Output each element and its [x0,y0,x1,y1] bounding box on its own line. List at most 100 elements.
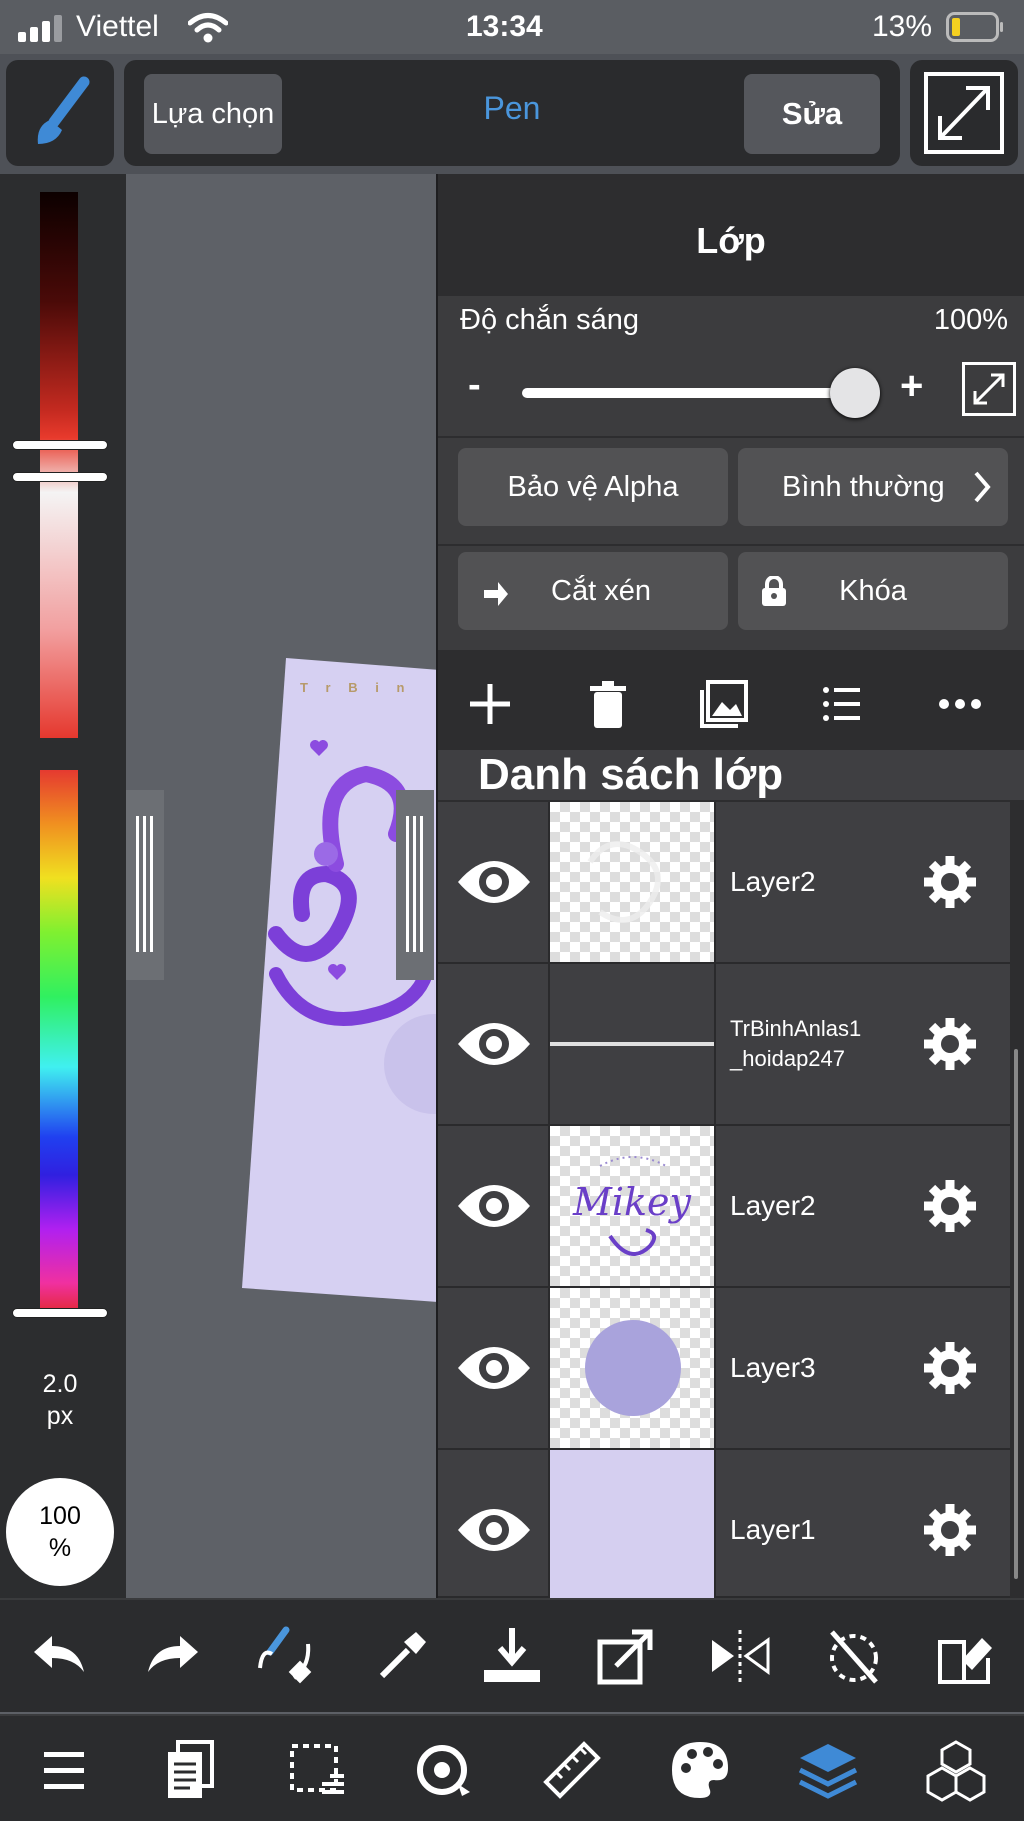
clipping-button[interactable]: Cắt xén [458,552,728,630]
layer-row[interactable]: TrBinhAnlas1 _hoidap247 [438,964,1010,1126]
redo-icon[interactable] [140,1624,204,1688]
visibility-toggle[interactable] [438,1288,550,1448]
layer-list-scrollbar[interactable] [1014,1049,1018,1579]
clock: 13:34 [466,10,543,43]
brush-size-unit: px [46,1402,74,1430]
layer-name: Layer2 [730,1190,816,1221]
layer-name: Layer3 [730,1352,816,1383]
eye-icon [458,861,530,903]
materials-icon[interactable] [924,1738,988,1802]
layer-name: TrBinhAnlas1 _hoidap247 [730,964,861,1124]
layer-opacity-thumb[interactable] [830,368,880,418]
gear-icon[interactable] [920,1014,980,1074]
color-panel: 2.0 px 100 % [0,174,126,1598]
add-layer-icon[interactable] [462,676,518,732]
carrier-name: Viettel [76,10,159,43]
opacity-decrease-button[interactable]: - [468,364,481,407]
status-bar: Viettel 13:34 13% [0,0,1024,54]
panel-resize-handle-left[interactable] [126,790,164,980]
brush-opacity-value: 100 [39,1502,81,1530]
selection-icon[interactable] [286,1738,350,1802]
layer-row[interactable]: Layer1 [438,1450,1010,1610]
image-icon[interactable] [696,676,752,732]
brush-size[interactable]: 2.0 px [0,1368,120,1432]
brush-transform-icon[interactable] [252,1624,316,1688]
expand-icon [973,373,1005,405]
blend-mode-button[interactable]: Bình thường [738,448,1008,526]
gear-icon[interactable] [920,1176,980,1236]
gear-icon[interactable] [920,852,980,912]
layer-opacity-value: 100% [933,304,1008,336]
brightness-slider[interactable] [40,192,78,738]
medibang-app: Viettel 13:34 13% Lựa chọn Pen Sửa 2.0 p… [0,0,1024,1821]
layer-opacity-slider[interactable] [522,388,854,398]
ruler-icon[interactable] [540,1738,604,1802]
layer-thumbnail [550,964,716,1124]
snap-icon[interactable] [412,1738,476,1802]
layer-name-line1: TrBinhAnlas1 [730,1016,862,1041]
pages-icon[interactable] [158,1738,222,1802]
opacity-increase-button[interactable]: + [900,364,923,409]
canvas-artwork [242,658,438,1302]
brush-tool-button[interactable] [6,60,114,166]
canvas-header-text: T r B i n [300,680,412,695]
wifi-icon [188,13,228,43]
visibility-toggle[interactable] [438,1126,550,1286]
brush-opacity-button[interactable]: 100 % [6,1478,114,1586]
edit-button[interactable]: Sửa [744,74,880,154]
eraser-icon[interactable] [934,1624,998,1688]
signal-icon [18,15,62,42]
layer-thumbnail [550,1288,716,1448]
action-toolbar [0,1598,1024,1712]
brightness-handle-bottom[interactable] [12,472,108,482]
canvas[interactable]: T r B i n [126,174,438,1598]
layer-thumbnail-text: Mikey [572,1180,692,1224]
battery-percent: 13% [872,10,933,43]
more-icon[interactable] [932,676,988,732]
layer-name: Layer1 [730,1514,816,1545]
clipping-icon [484,576,508,606]
lock-label: Khóa [839,574,907,607]
menu-icon[interactable] [32,1738,96,1802]
brush-opacity-unit: % [48,1534,72,1562]
clipping-label: Cắt xén [551,574,651,607]
hue-slider[interactable] [40,770,78,1310]
expand-icon [924,72,1004,154]
navigation-toolbar [0,1714,1024,1821]
palette-icon[interactable] [668,1738,732,1802]
export-icon[interactable] [594,1624,658,1688]
layers-icon[interactable] [796,1738,860,1802]
layer-row[interactable]: Layer2 [438,802,1010,964]
trash-icon[interactable] [580,676,636,732]
eye-icon [458,1185,530,1227]
opacity-expand-button[interactable] [962,362,1016,416]
layer-list-icon[interactable] [814,676,870,732]
layer-thumbnail [550,802,716,962]
visibility-toggle[interactable] [438,802,550,962]
eyedropper-icon[interactable] [368,1624,432,1688]
lock-button[interactable]: Khóa [738,552,1008,630]
visibility-toggle[interactable] [438,1450,550,1610]
eye-icon [458,1509,530,1551]
brightness-handle-top[interactable] [12,440,108,450]
flip-icon[interactable] [708,1624,772,1688]
gear-icon[interactable] [920,1338,980,1398]
visibility-toggle[interactable] [438,964,550,1124]
battery-icon [946,12,1003,42]
layer-row[interactable]: Layer3 [438,1288,1010,1450]
save-icon[interactable] [480,1624,544,1688]
brush-size-value: 2.0 [42,1370,78,1398]
hue-handle[interactable] [12,1308,108,1318]
layer-thumbnail [550,1450,716,1610]
layer-opacity-label: Độ chắn sáng [460,304,639,336]
layer-row[interactable]: Mikey Layer2 [438,1126,1010,1288]
undo-icon[interactable] [28,1624,92,1688]
fullscreen-button[interactable] [910,60,1018,166]
gear-icon[interactable] [920,1500,980,1560]
rotate-reset-icon[interactable] [822,1624,886,1688]
tool-bar: Lựa chọn Pen Sửa [124,60,900,166]
lock-icon [762,576,786,606]
top-toolbar: Lựa chọn Pen Sửa [0,54,1024,174]
panel-resize-handle-right[interactable] [396,790,434,980]
alpha-protect-button[interactable]: Bảo vệ Alpha [458,448,728,526]
